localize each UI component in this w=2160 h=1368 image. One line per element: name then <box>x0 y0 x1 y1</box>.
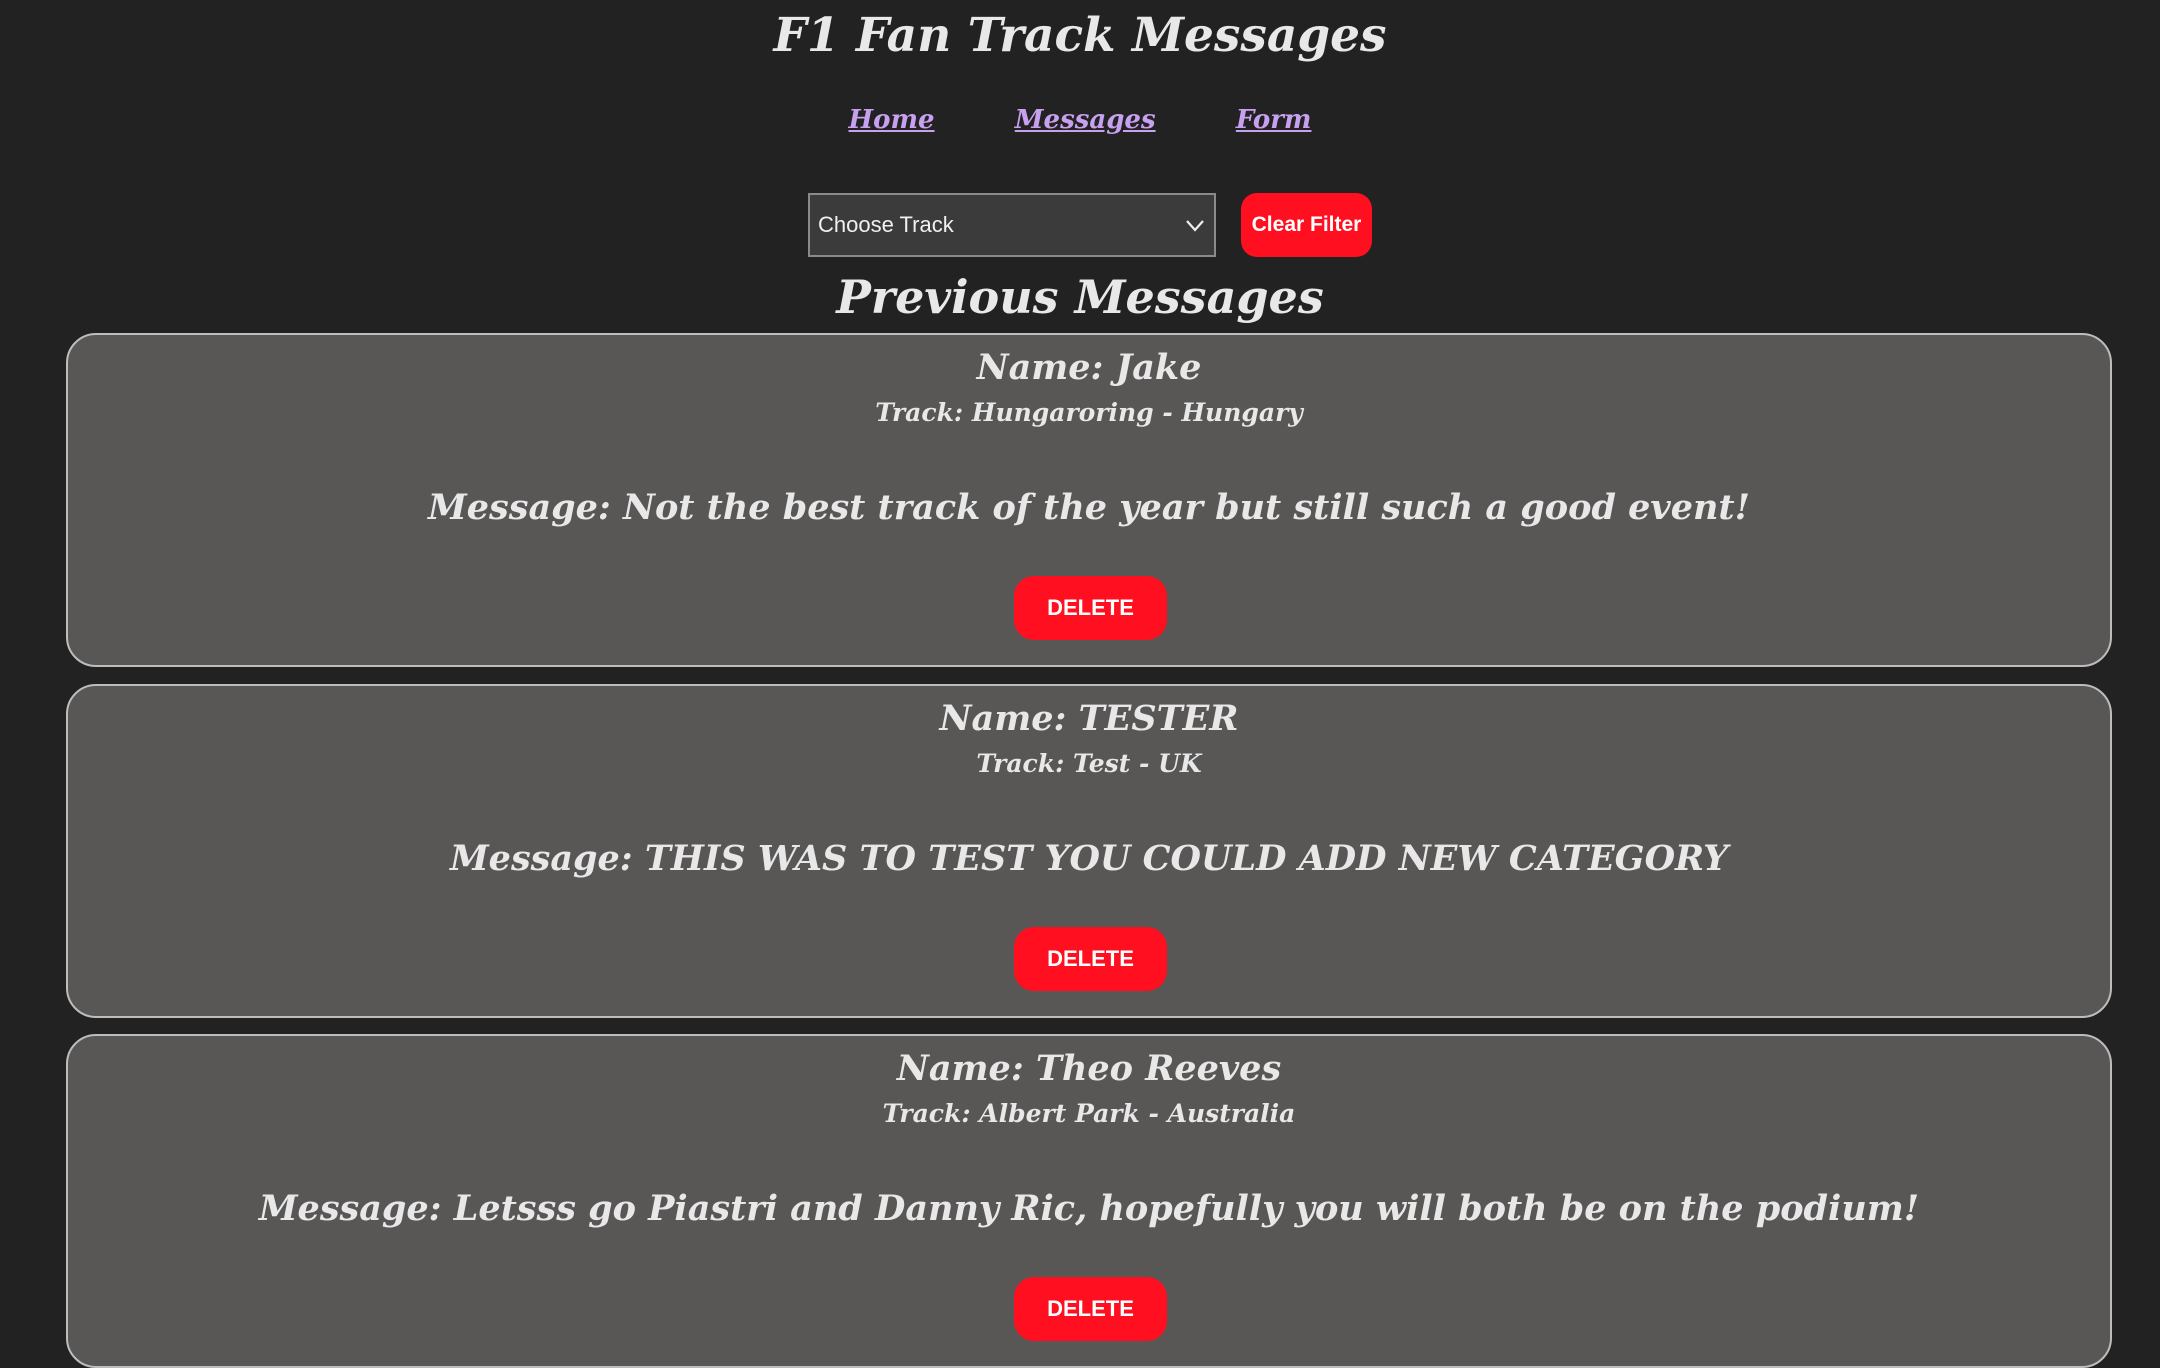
message-card: Name: TESTER Track: Test - UK Message: T… <box>66 684 2112 1018</box>
nav-link-home[interactable]: Home <box>849 105 935 135</box>
message-card: Name: Theo Reeves Track: Albert Park - A… <box>66 1034 2112 1368</box>
main-nav: Home Messages Form <box>0 100 2160 140</box>
page-title: F1 Fan Track Messages <box>773 8 1387 63</box>
section-title: Previous Messages <box>836 270 1324 324</box>
delete-button[interactable]: DELETE <box>1014 927 1167 991</box>
message-text: Message: Not the best track of the year … <box>428 487 1750 528</box>
message-card: Name: Jake Track: Hungaroring - Hungary … <box>66 333 2112 667</box>
message-name: Name: Theo Reeves <box>896 1048 1282 1089</box>
nav-link-form[interactable]: Form <box>1236 105 1312 135</box>
message-text: Message: Letsss go Piastri and Danny Ric… <box>258 1188 1920 1229</box>
track-select-value: Choose Track <box>818 212 954 237</box>
delete-button[interactable]: DELETE <box>1014 576 1167 640</box>
clear-filter-button[interactable]: Clear Filter <box>1241 193 1372 257</box>
message-track: Track: Hungaroring - Hungary <box>875 398 1303 427</box>
message-text: Message: THIS WAS TO TEST YOU COULD ADD … <box>449 838 1729 879</box>
message-track: Track: Albert Park - Australia <box>882 1099 1296 1128</box>
nav-link-messages[interactable]: Messages <box>1015 105 1156 135</box>
delete-button[interactable]: DELETE <box>1014 1277 1167 1341</box>
chevron-down-icon <box>1184 214 1206 236</box>
track-select[interactable]: Choose Track <box>808 193 1216 257</box>
message-name: Name: TESTER <box>939 698 1239 739</box>
message-track: Track: Test - UK <box>976 749 1202 778</box>
filter-bar: Choose Track Clear Filter <box>808 193 1372 257</box>
message-name: Name: Jake <box>976 347 1202 388</box>
